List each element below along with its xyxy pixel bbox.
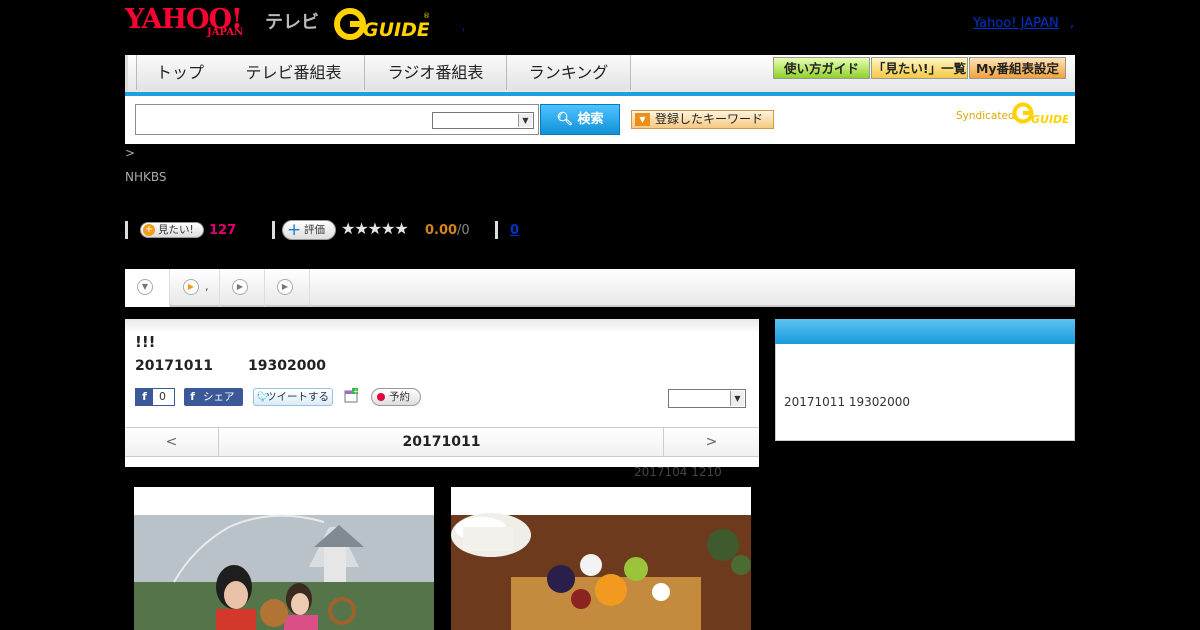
program-date: 20171011 [135,358,213,374]
mitai-button[interactable]: + 見たい! [140,222,204,238]
rating-count: /0 [457,223,470,238]
gguide-logo[interactable]: GUIDE ® [334,8,430,41]
tab-label: , [205,280,209,293]
nav-tab-tv-schedule[interactable]: テレビ番組表 [223,55,365,90]
current-date: 20171011 [402,434,481,450]
mitai-count: 127 [209,223,237,238]
side-panel-text: 20171011 19302000 [784,395,910,409]
my-schedule-settings-button[interactable]: My番組表設定 [969,57,1066,79]
header-comma: , [1070,16,1075,31]
next-date-button[interactable]: > [663,428,759,456]
tab-detail[interactable]: ▼ [125,269,170,307]
chevron-down-icon: ▼ [730,391,744,406]
calendar-add-icon[interactable]: + [344,388,359,403]
previous-date-button[interactable]: < [125,428,219,456]
program-tabs: ▼ ▶ , ▶ ▶ [125,269,1075,307]
rating-stars: ★★★★★ [341,219,409,238]
rate-button[interactable]: + 評価 [282,220,336,240]
tab-item-4[interactable]: ▶ [265,269,310,307]
twitter-bird-icon: 🐦︎ [257,392,270,403]
divider [125,221,128,239]
comment-count-link[interactable]: 0 [510,223,519,238]
rating-value: 0.00 [425,223,458,238]
yahoo-japan-link[interactable]: Yahoo! JAPAN [973,16,1059,31]
chevron-down-icon: ▼ [137,279,153,295]
svg-text:GUIDE: GUIDE [363,19,429,40]
plus-icon: + [143,224,155,236]
tab-item-2[interactable]: ▶ , [170,269,220,307]
side-panel-header [775,319,1075,344]
program-time: 19302000 [248,358,326,374]
play-icon: ▶ [277,279,293,295]
nav-tab-radio-schedule[interactable]: ラジオ番組表 [365,55,507,90]
divider [272,221,275,239]
syndicated-label: Syndicated [956,110,1015,122]
program-action-select[interactable]: ▼ [668,389,746,408]
yahoo-japan-logo-sub: JAPAN [207,27,244,38]
registered-keyword-label: 登録したキーワード [655,112,764,126]
reserve-button-label: 予約 [389,391,410,403]
channel-name: NHKBS [125,170,167,184]
plus-icon: + [287,220,302,240]
update-timestamp: 2017104 1210 [634,465,722,479]
search-icon: 🔍︎ [556,112,573,127]
program-photo-left[interactable] [134,487,434,630]
tweet-button[interactable]: 🐦︎ ツイートする [253,388,333,406]
reserve-button[interactable]: 予約 [371,388,421,406]
syndicated-gguide-logo: GUIDE [1012,102,1070,126]
program-title: !!! [135,333,156,351]
play-icon: ▶ [232,279,248,295]
breadcrumb[interactable]: > [125,146,135,160]
facebook-like-count: 0 [159,390,166,403]
search-button-label: 検索 [577,112,604,127]
nav-tab-ranking[interactable]: ランキング [507,55,631,90]
usage-guide-button[interactable]: 使い方ガイド [773,57,870,79]
tab-item-3[interactable]: ▶ [220,269,265,307]
facebook-like-button[interactable]: f0 [135,388,175,406]
rate-button-label: 評価 [304,224,325,236]
nav-tab-top[interactable]: トップ [136,55,224,90]
svg-text:®: ® [423,12,429,20]
search-category-select[interactable]: ▼ [432,112,534,129]
tv-logo[interactable]: テレビ [265,8,319,34]
triangle-down-icon: ▼ [635,113,650,126]
search-button[interactable]: 🔍︎ 検索 [540,104,620,135]
facebook-share-label: シェア [203,391,235,403]
play-icon: ▶ [183,279,199,295]
facebook-share-button[interactable]: f シェア [184,388,243,406]
record-icon [377,393,385,401]
chevron-down-icon: ▼ [518,114,532,127]
tweet-button-label: ツイートする [266,391,329,403]
mitai-button-label: 見たい! [158,224,194,236]
facebook-icon: f [136,389,153,405]
svg-text:GUIDE: GUIDE [1031,113,1068,126]
divider [495,221,498,239]
registered-keyword-button[interactable]: ▼ 登録したキーワード [631,110,774,129]
facebook-icon: f [190,391,195,403]
header-dot: , [462,22,466,33]
mitai-list-button[interactable]: 「見たい!」一覧 [871,57,968,79]
global-nav: トップ テレビ番組表 ラジオ番組表 ランキング 使い方ガイド 「見たい!」一覧 … [125,55,1075,92]
program-photo-right[interactable] [451,487,751,630]
svg-text:+: + [353,388,359,396]
